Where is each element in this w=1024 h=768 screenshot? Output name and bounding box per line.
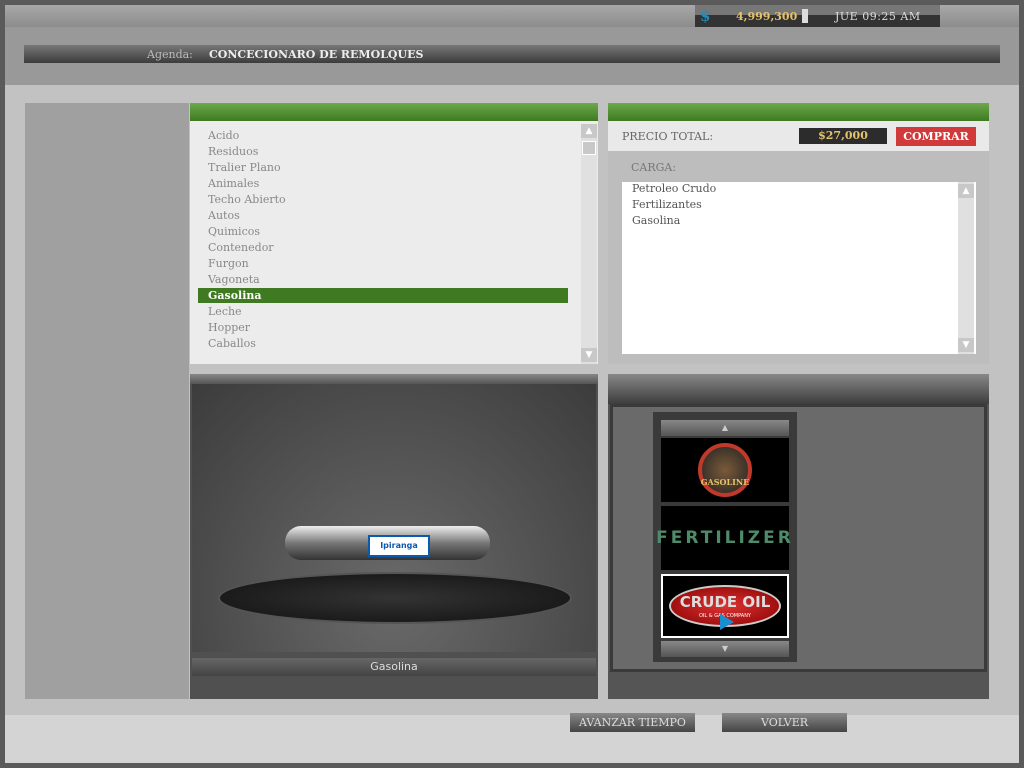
carousel-down-icon[interactable]: ▼ [661,641,789,657]
footer-bar [5,715,1019,763]
preview-name: Gasolina [192,658,596,676]
price-label: PRECIO TOTAL: [622,130,714,143]
logo-panel-header [608,374,989,404]
list-item[interactable]: Caballos [198,336,568,351]
agenda-label: Agenda: [147,48,193,61]
scroll-down-icon[interactable]: ▼ [581,348,597,362]
list-item[interactable]: Tralier Plano [198,160,568,175]
turntable-platform [218,572,572,624]
list-item[interactable]: Contenedor [198,240,568,255]
carousel-up-icon[interactable]: ▲ [661,420,789,436]
back-button[interactable]: VOLVER [722,713,847,732]
trailer-type-list: Acido Residuos Tralier Plano Animales Techo … [190,103,598,364]
game-clock: JUE 09:25 AM [835,10,921,23]
list-item[interactable]: Quimicos [198,224,568,239]
cargo-item[interactable]: Fertilizantes [632,198,702,211]
gasoline-logo-text: GASOLINE [698,443,752,497]
money-amount: 4,999,300 [736,10,798,23]
list-scrollbar[interactable]: ▲ ▼ [581,124,597,364]
scroll-up-icon[interactable]: ▲ [958,184,974,198]
list-item[interactable]: Hopper [198,320,568,335]
advance-time-button[interactable]: AVANZAR TIEMPO [570,713,695,732]
list-item[interactable]: Vagoneta [198,272,568,287]
tanker-logo: Ipiranga [368,535,430,557]
dollar-icon: $ [700,7,711,25]
crude-oil-text: CRUDE OIL [679,593,771,611]
panel-header [608,103,989,121]
left-column [25,103,189,699]
preview-header [190,374,598,384]
list-item[interactable]: Techo Abierto [198,192,568,207]
cargo-label: CARGA: [631,161,677,174]
list-item[interactable]: Autos [198,208,568,223]
price-value: $27,000 [799,128,887,144]
list-item[interactable]: Furgon [198,256,568,271]
list-item[interactable]: Residuos [198,144,568,159]
logo-gasoline[interactable]: GASOLINE [661,438,789,502]
agenda-value: CONCECIONARO DE REMOLQUES [209,48,424,61]
cargo-item[interactable]: Gasolina [632,214,680,227]
cargo-list: Petroleo Crudo Fertilizantes Gasolina ▲ … [622,182,976,354]
panel-header [190,103,598,121]
list-item[interactable]: Animales [198,176,568,191]
scroll-thumb[interactable] [582,141,596,155]
list-item[interactable]: Leche [198,304,568,319]
mouse-cursor-icon [720,614,734,630]
cargo-scrollbar[interactable]: ▲ ▼ [958,182,974,354]
logo-fertilizer[interactable]: FERTILIZER [656,506,791,570]
buy-button[interactable]: COMPRAR [896,127,976,146]
scroll-up-icon[interactable]: ▲ [581,124,597,138]
cargo-item[interactable]: Petroleo Crudo [632,182,716,195]
separator [802,9,808,23]
list-item[interactable]: Gasolina [198,288,568,303]
scroll-down-icon[interactable]: ▼ [958,338,974,352]
list-item[interactable]: Acido [198,128,568,143]
